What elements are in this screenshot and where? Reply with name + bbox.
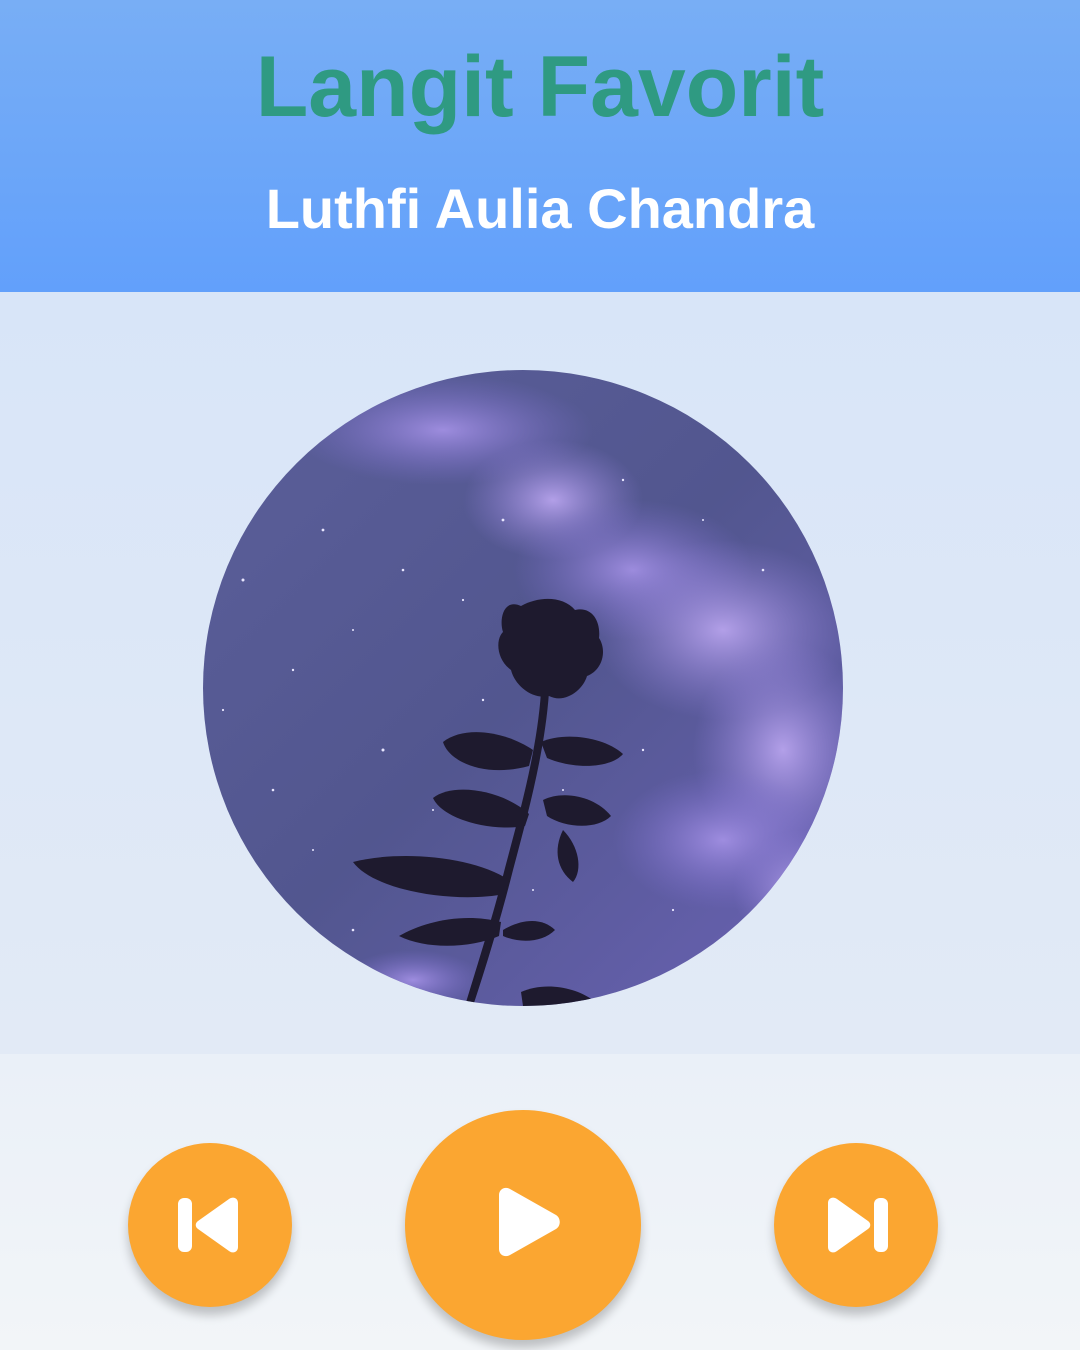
play-button[interactable]	[405, 1110, 641, 1340]
skip-next-icon	[828, 1197, 888, 1253]
music-player-screen: Langit Favorit Luthfi Aulia Chandra	[0, 0, 1080, 1350]
song-title: Langit Favorit	[255, 39, 825, 135]
artist-name: Luthfi Aulia Chandra	[265, 177, 815, 240]
album-art-image	[203, 370, 843, 1006]
previous-track-button[interactable]	[128, 1143, 292, 1307]
song-header: Langit Favorit Luthfi Aulia Chandra	[0, 0, 1080, 292]
play-icon	[499, 1187, 560, 1257]
skip-previous-icon	[178, 1197, 238, 1253]
next-track-button[interactable]	[774, 1143, 938, 1307]
